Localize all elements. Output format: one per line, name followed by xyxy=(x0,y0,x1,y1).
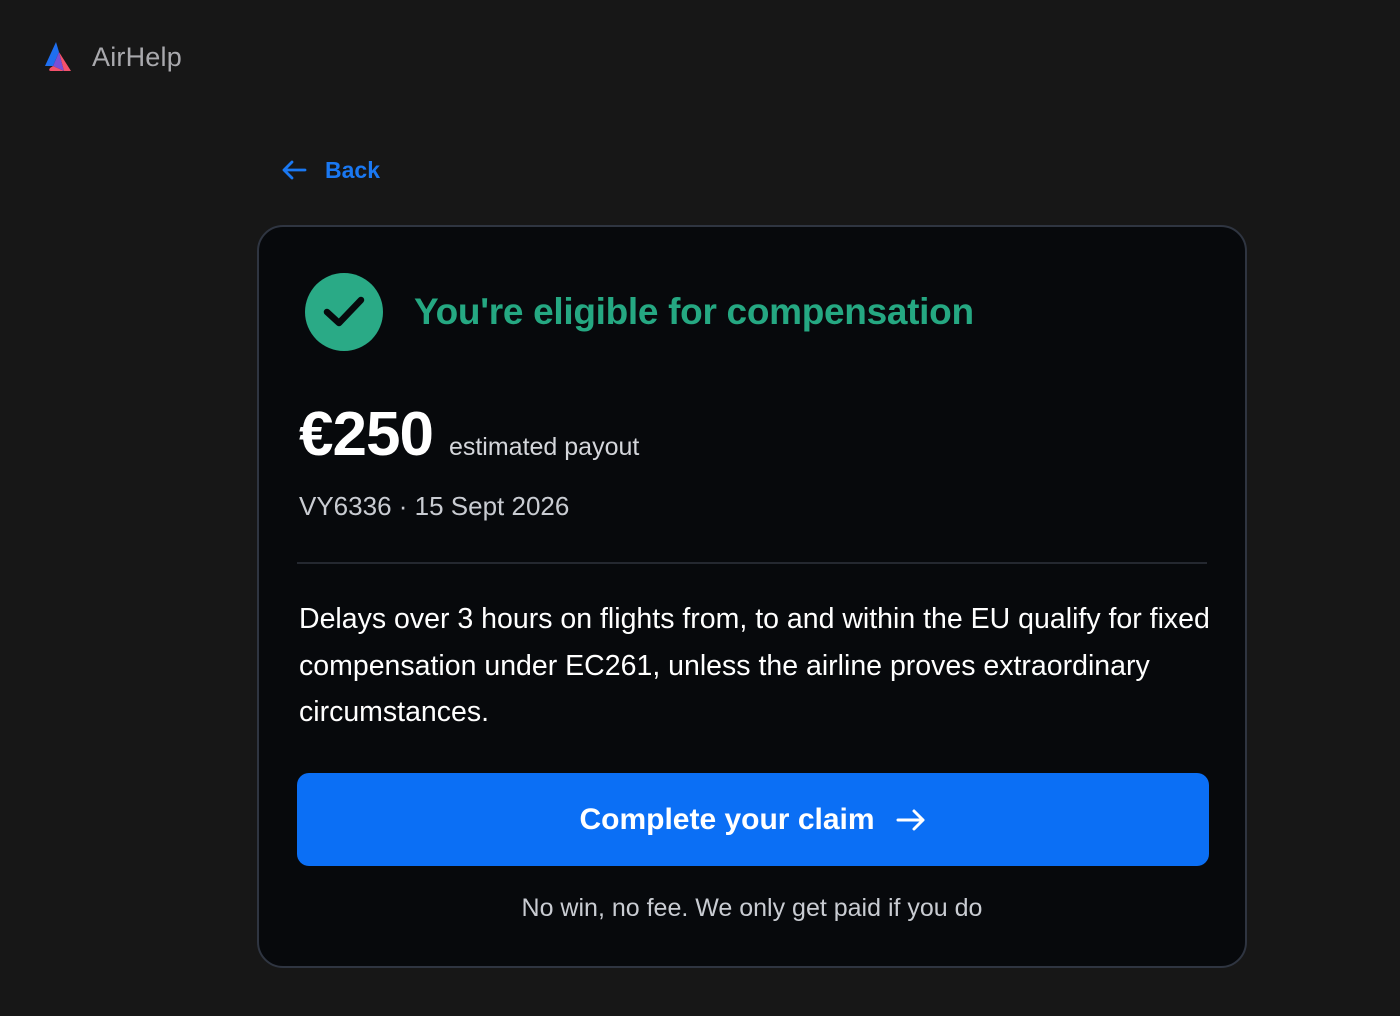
app-header: AirHelp xyxy=(42,38,182,76)
airhelp-logo-icon[interactable] xyxy=(42,40,74,74)
divider xyxy=(297,562,1207,564)
complete-claim-label: Complete your claim xyxy=(579,802,875,836)
brand-name: AirHelp xyxy=(92,41,182,72)
back-label: Back xyxy=(325,156,380,183)
eligibility-status: You're eligible for compensation xyxy=(305,273,974,351)
eligibility-title: You're eligible for compensation xyxy=(414,291,974,332)
back-button[interactable]: Back xyxy=(281,152,380,188)
arrow-right-icon xyxy=(896,809,925,830)
arrow-left-icon xyxy=(282,160,307,180)
no-win-no-fee-note: No win, no fee. We only get paid if you … xyxy=(521,894,983,922)
check-circle-icon xyxy=(305,273,383,351)
eligibility-card: You're eligible for compensation €250 es… xyxy=(257,225,1247,968)
payout-label: estimated payout xyxy=(448,433,640,461)
payout-row: €250 estimated payout xyxy=(299,399,639,470)
payout-amount: €250 xyxy=(299,400,434,469)
eligibility-description: Delays over 3 hours on flights from, to … xyxy=(299,603,1210,728)
flight-details: VY6336 · 15 Sept 2026 xyxy=(299,491,570,521)
complete-claim-button[interactable]: Complete your claim xyxy=(297,773,1209,866)
